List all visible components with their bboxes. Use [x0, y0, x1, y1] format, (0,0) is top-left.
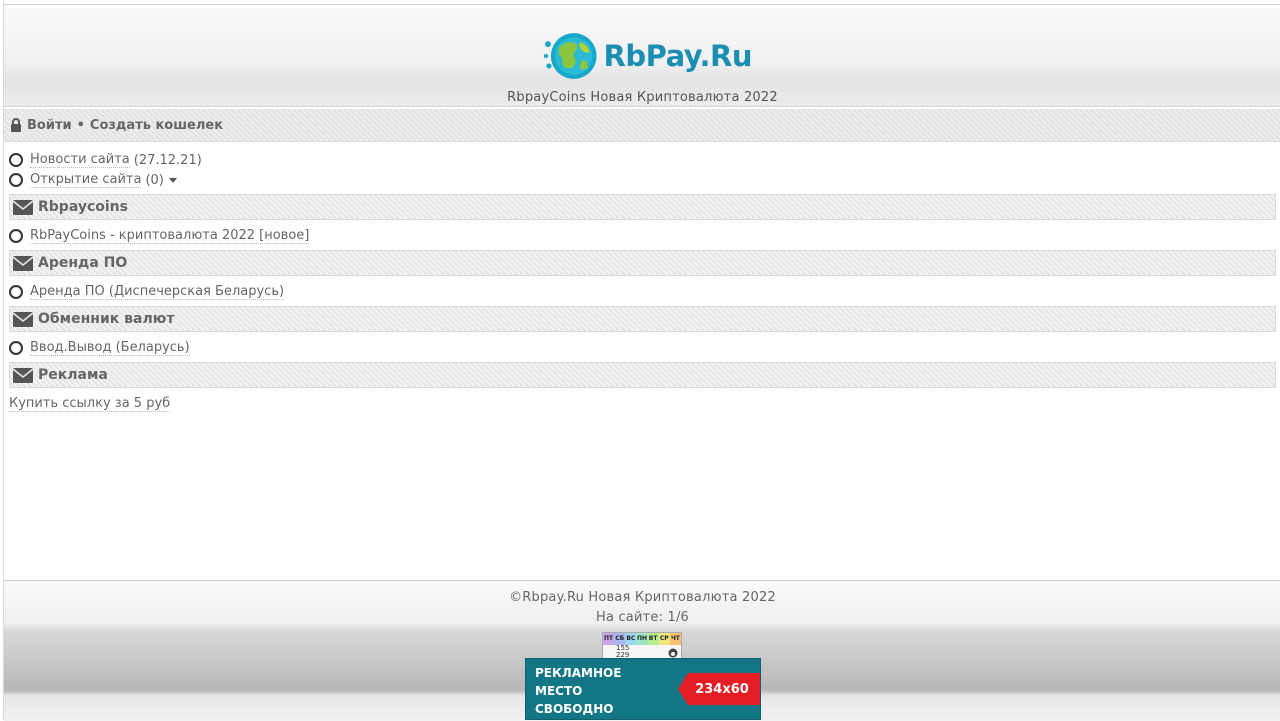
counter-days: ПТ СБ ВС ПН ВТ СР ЧТ [603, 633, 681, 645]
list-item[interactable]: Новости сайта (27.12.21) [9, 150, 1276, 170]
item-count: (0) [145, 172, 164, 188]
radio-bullet-icon [9, 341, 23, 355]
logo-text: RbPay.Ru [603, 39, 753, 73]
ad-banner[interactable]: РЕКЛАМНОЕ МЕСТО СВОБОДНО 234x60 [525, 658, 761, 720]
buy-link[interactable]: Купить ссылку за 5 руб [9, 396, 171, 412]
online-count: На сайте: 1/6 [595, 610, 690, 625]
section-title: Реклама [38, 367, 108, 383]
list-item[interactable]: Аренда ПО (Диспечерская Беларусь) [9, 282, 1276, 302]
counter-logo-icon [668, 648, 678, 658]
item-link[interactable]: Новости сайта [30, 152, 130, 168]
counter-day: ВТ [647, 633, 659, 645]
section-title: Обменник валют [38, 311, 175, 327]
site-subtitle: RbpayCoins Новая Криптовалюта 2022 [507, 90, 778, 105]
auth-bar: Войти • Создать кошелек [4, 109, 1280, 142]
auth-separator: • [76, 117, 85, 133]
item-link[interactable]: Открытие сайта [30, 172, 142, 188]
envelope-icon [13, 311, 33, 327]
counter-day: ЧТ [669, 633, 681, 645]
forum-content: Новости сайта (27.12.21) Открытие сайта … [9, 150, 1276, 414]
create-wallet-link[interactable]: Создать кошелек [90, 118, 223, 133]
item-link[interactable]: RbPayCoins - криптовалюта 2022 [новое] [30, 228, 310, 244]
caret-down-icon[interactable] [168, 178, 177, 183]
section-header-rbpaycoins[interactable]: Rbpaycoins [9, 194, 1276, 220]
site-footer: ©Rbpay.Ru Новая Криптовалюта 2022 На сай… [4, 580, 1280, 721]
section-title: Rbpaycoins [38, 199, 128, 215]
list-item[interactable]: Ввод.Вывод (Беларусь) [9, 338, 1276, 358]
envelope-icon [13, 367, 33, 383]
counter-day: ПТ [603, 633, 615, 645]
section-title: Аренда ПО [38, 255, 128, 271]
counter-day: ПН [636, 633, 648, 645]
login-link[interactable]: Войти [27, 118, 72, 133]
banner-text: РЕКЛАМНОЕ МЕСТО СВОБОДНО [535, 664, 645, 718]
radio-bullet-icon [9, 153, 23, 167]
site-header: RbPay.Ru RbpayCoins Новая Криптовалюта 2… [4, 8, 1280, 107]
radio-bullet-icon [9, 229, 23, 243]
banner-line: СВОБОДНО [535, 702, 614, 716]
globe-logo-icon [543, 33, 597, 79]
footer-copyright: ©Rbpay.Ru Новая Криптовалюта 2022 [509, 590, 776, 605]
list-item[interactable]: RbPayCoins - криптовалюта 2022 [новое] [9, 226, 1276, 246]
item-link[interactable]: Ввод.Вывод (Беларусь) [30, 340, 190, 356]
section-header-currency-exchange[interactable]: Обменник валют [9, 306, 1276, 332]
item-count: (27.12.21) [133, 152, 202, 168]
section-header-software-rent[interactable]: Аренда ПО [9, 250, 1276, 276]
counter-day: СР [658, 633, 670, 645]
buy-link-row: Купить ссылку за 5 руб [9, 394, 1276, 414]
item-link[interactable]: Аренда ПО (Диспечерская Беларусь) [30, 284, 285, 300]
page: RbPay.Ru RbpayCoins Новая Криптовалюта 2… [3, 0, 1280, 721]
envelope-icon [13, 255, 33, 271]
banner-line: МЕСТО [535, 684, 583, 698]
visit-counter[interactable]: ПТ СБ ВС ПН ВТ СР ЧТ 155 229 [602, 632, 682, 660]
section-header-advertising[interactable]: Реклама [9, 362, 1276, 388]
lock-icon [11, 118, 21, 132]
radio-bullet-icon [9, 285, 23, 299]
banner-line: РЕКЛАМНОЕ [535, 666, 622, 680]
envelope-icon [13, 199, 33, 215]
list-item[interactable]: Открытие сайта (0) [9, 170, 1276, 190]
radio-bullet-icon [9, 173, 23, 187]
site-logo[interactable]: RbPay.Ru [542, 30, 753, 82]
banner-size-tag: 234x60 [678, 673, 760, 705]
